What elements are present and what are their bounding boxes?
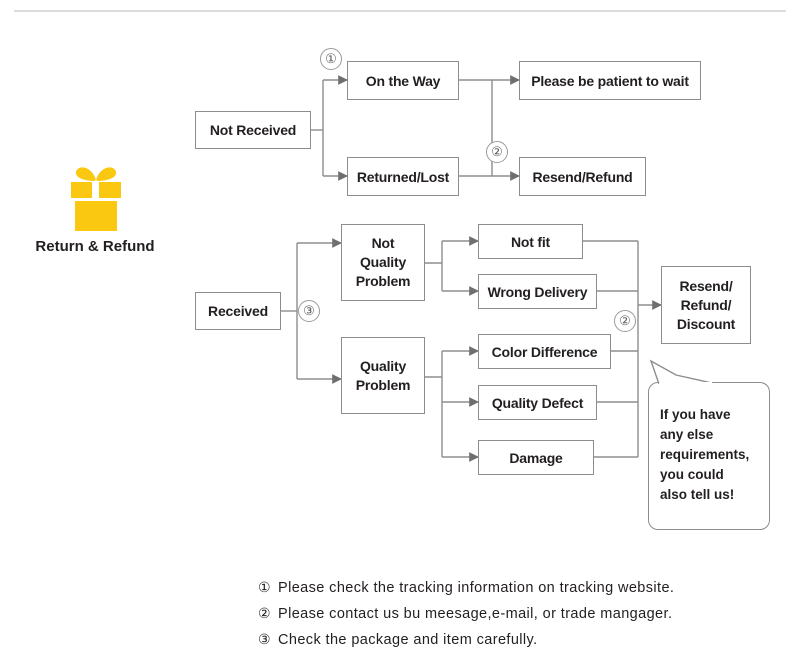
footnote-text: Please contact us bu meesage,e-mail, or … <box>278 606 673 622</box>
box-not-received[interactable]: Not Received <box>195 111 311 149</box>
box-received[interactable]: Received <box>195 292 281 330</box>
footnote-number: ③ <box>258 631 271 647</box>
gift-icon-glyph <box>71 167 121 231</box>
gift-icon <box>62 162 130 237</box>
box-not-quality-problem[interactable]: Not Quality Problem <box>341 224 425 301</box>
marker-step-2-top: ② <box>486 141 508 163</box>
box-resend-refund-discount[interactable]: Resend/ Refund/ Discount <box>661 266 751 344</box>
marker-step-2-middle: ② <box>614 310 636 332</box>
footnote-number: ② <box>258 605 271 621</box>
box-please-be-patient[interactable]: Please be patient to wait <box>519 61 701 100</box>
footnote-item: ③ Check the package and item carefully. <box>258 627 778 653</box>
top-divider <box>14 10 786 12</box>
box-wrong-delivery[interactable]: Wrong Delivery <box>478 274 597 309</box>
marker-step-3: ③ <box>298 300 320 322</box>
box-color-difference[interactable]: Color Difference <box>478 334 611 369</box>
footnote-text: Check the package and item carefully. <box>278 632 538 648</box>
box-resend-refund[interactable]: Resend/Refund <box>519 157 646 196</box>
footnote-item: ② Please contact us bu meesage,e-mail, o… <box>258 601 778 627</box>
footnote-number: ① <box>258 579 271 595</box>
diagram-canvas: Return & Refund Not Received ① On the Wa… <box>0 0 800 660</box>
speech-bubble-text: If you have any else requirements, you c… <box>660 407 750 502</box>
footnote-item: ① Please check the tracking information … <box>258 575 778 601</box>
footnote-list: ① Please check the tracking information … <box>258 575 778 653</box>
box-damage[interactable]: Damage <box>478 440 594 475</box>
footnote-text: Please check the tracking information on… <box>278 580 675 596</box>
page-title: Return & Refund <box>35 238 155 255</box>
box-on-the-way[interactable]: On the Way <box>347 61 459 100</box>
box-quality-problem[interactable]: Quality Problem <box>341 337 425 414</box>
box-not-fit[interactable]: Not fit <box>478 224 583 259</box>
box-quality-defect[interactable]: Quality Defect <box>478 385 597 420</box>
marker-step-1: ① <box>320 48 342 70</box>
box-returned-lost[interactable]: Returned/Lost <box>347 157 459 196</box>
